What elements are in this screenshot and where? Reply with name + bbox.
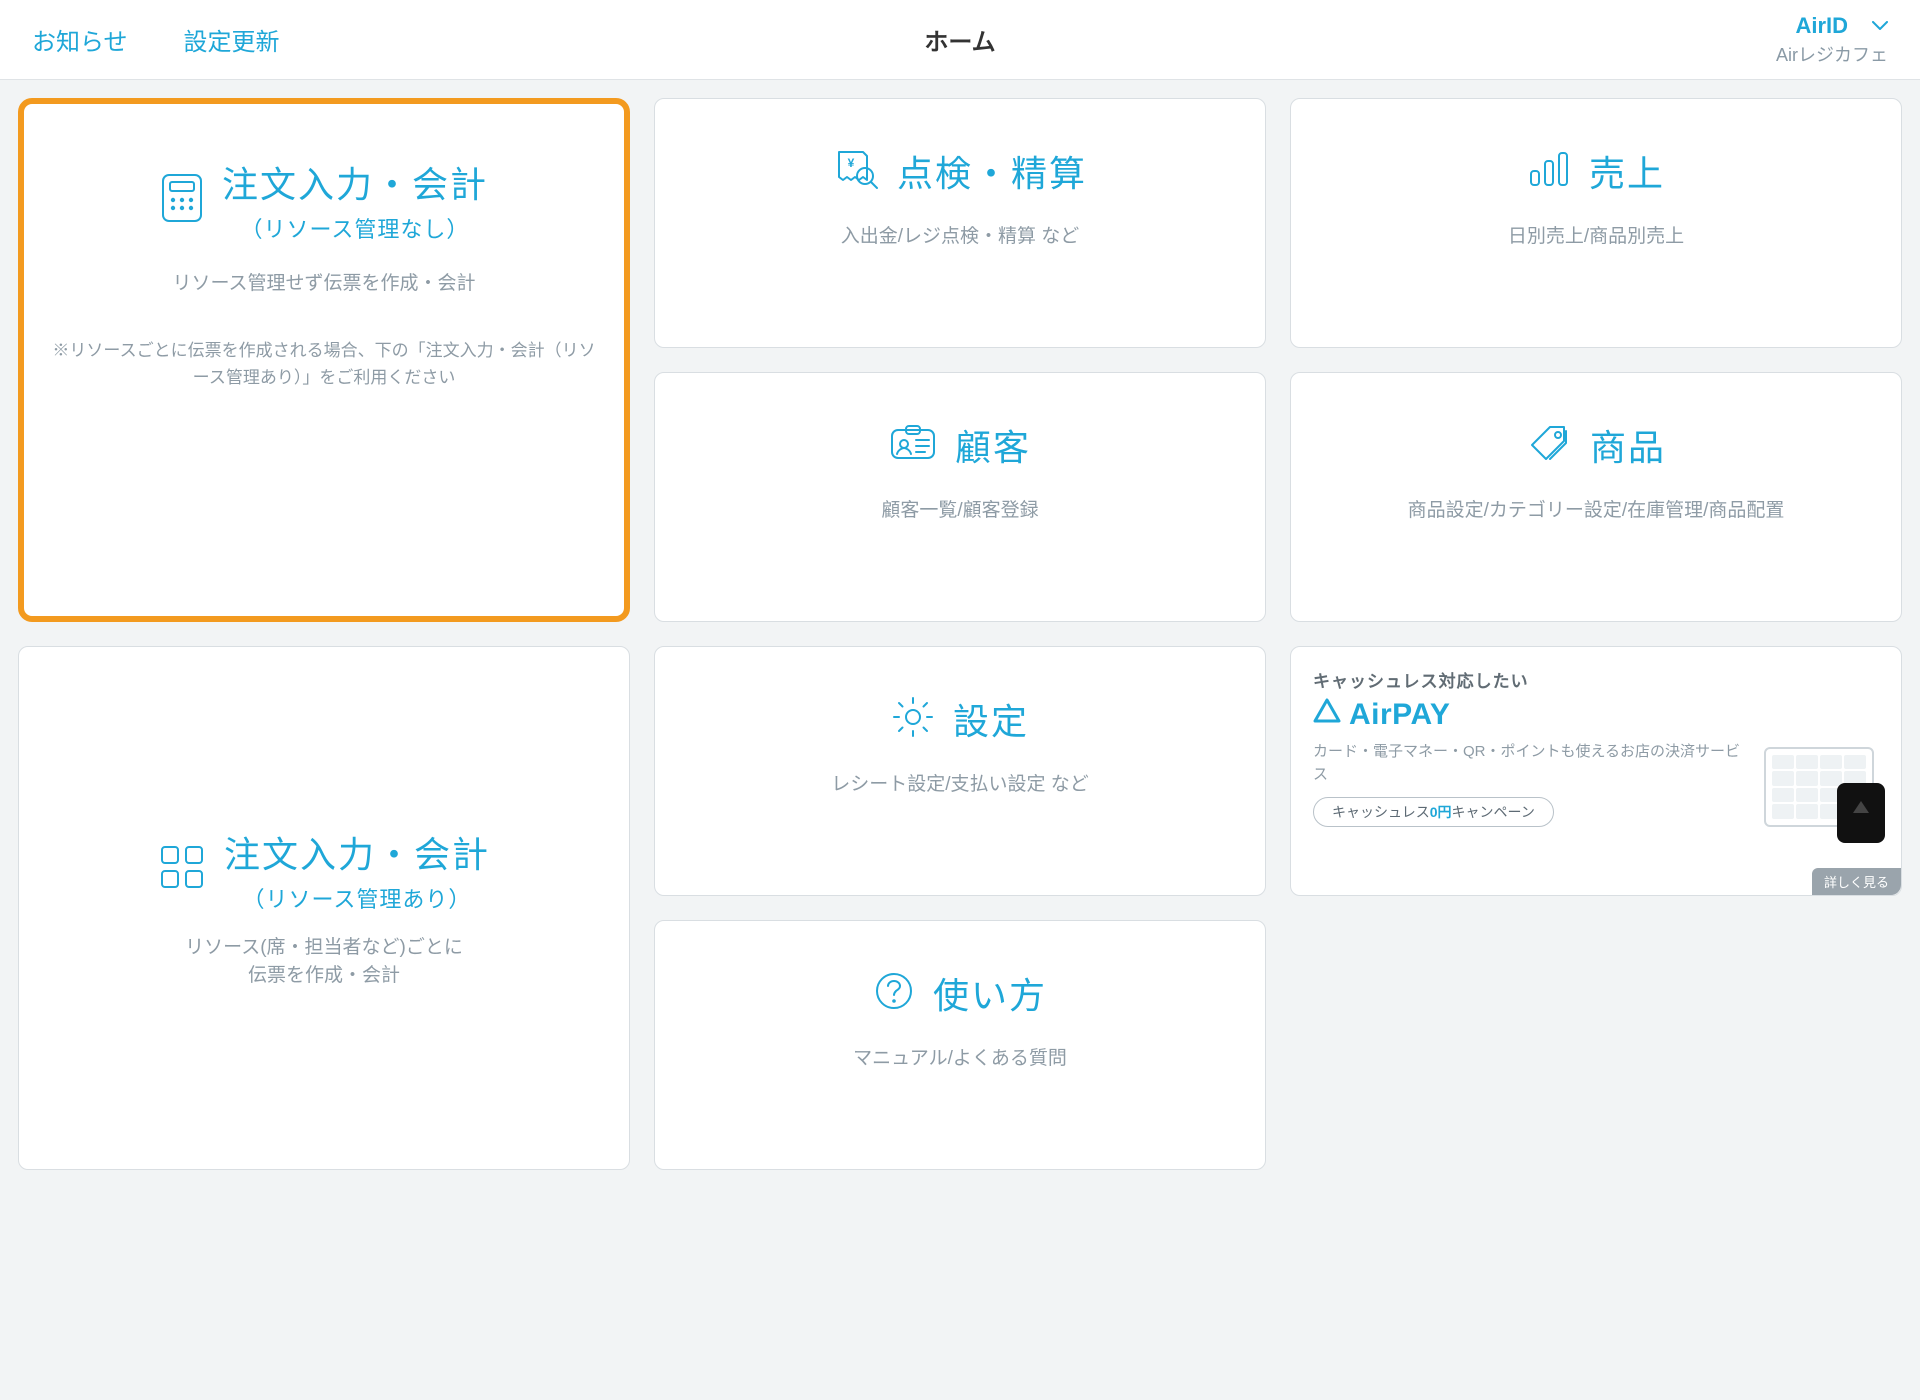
card-airpay-promo[interactable]: キャッシュレス対応したい AirPAY カード・電子マネー・QR・ポイントも使え… — [1290, 646, 1902, 896]
promo-sub: カード・電子マネー・QR・ポイントも使えるお店の決済サービス — [1313, 740, 1745, 787]
promo-device-image — [1759, 667, 1879, 827]
card-subtitle: （リソース管理あり） — [224, 882, 490, 914]
calculator-icon — [160, 172, 204, 229]
bar-chart-icon — [1527, 149, 1571, 194]
id-card-icon — [889, 424, 937, 467]
gear-icon — [891, 695, 935, 744]
card-title: 顧客 — [955, 419, 1031, 471]
card-desc: レシート設定/支払い設定 など — [831, 771, 1089, 800]
card-title: 使い方 — [933, 967, 1047, 1019]
card-subtitle: （リソース管理なし） — [222, 212, 488, 244]
card-desc: 顧客一覧/顧客登録 — [881, 497, 1038, 526]
account-menu[interactable]: AirID Airレジカフェ — [1776, 13, 1888, 67]
notice-link[interactable]: お知らせ — [32, 22, 128, 57]
promo-more-button[interactable]: 詳しく見る — [1812, 868, 1901, 895]
tag-icon — [1526, 423, 1572, 468]
help-icon — [873, 970, 915, 1017]
card-note: ※リソースごとに伝票を作成される場合、下の「注文入力・会計（リソース管理あり）」… — [48, 337, 600, 391]
card-order-no-resource[interactable]: 注文入力・会計 （リソース管理なし） リソース管理せず伝票を作成・会計 ※リソー… — [18, 98, 630, 622]
card-product[interactable]: 商品 商品設定/カテゴリー設定/在庫管理/商品配置 — [1290, 372, 1902, 622]
card-customer[interactable]: 顧客 顧客一覧/顧客登録 — [654, 372, 1266, 622]
settings-update-link[interactable]: 設定更新 — [184, 22, 280, 57]
store-name: Airレジカフェ — [1776, 41, 1888, 67]
card-inspect[interactable]: ¥ 点検・精算 入出金/レジ点検・精算 など — [654, 98, 1266, 348]
card-desc: 日別売上/商品別売上 — [1508, 223, 1684, 252]
card-order-with-resource[interactable]: 注文入力・会計 （リソース管理あり） リソース(席・担当者など)ごとに 伝票を作… — [18, 646, 630, 1170]
card-title: 商品 — [1590, 419, 1666, 471]
svg-text:¥: ¥ — [848, 156, 855, 170]
card-title: 売上 — [1589, 145, 1665, 197]
card-desc: リソース(席・担当者など)ごとに 伝票を作成・会計 — [185, 934, 463, 991]
chevron-down-icon — [1872, 18, 1888, 34]
app-header: お知らせ 設定更新 ホーム AirID Airレジカフェ — [0, 0, 1920, 80]
promo-pill: キャッシュレス0円キャンペーン — [1313, 797, 1554, 827]
card-desc: マニュアル/よくある質問 — [853, 1045, 1067, 1074]
card-title: 注文入力・会計 — [224, 826, 490, 878]
triangle-logo-icon — [1313, 698, 1341, 732]
card-desc: 商品設定/カテゴリー設定/在庫管理/商品配置 — [1408, 497, 1785, 526]
card-title: 注文入力・会計 — [222, 156, 488, 208]
card-settings[interactable]: 設定 レシート設定/支払い設定 など — [654, 646, 1266, 896]
promo-brand: AirPAY — [1349, 698, 1450, 732]
card-title: 点検・精算 — [897, 145, 1087, 197]
receipt-search-icon: ¥ — [833, 148, 879, 195]
card-title: 設定 — [953, 693, 1029, 745]
promo-lead: キャッシュレス対応したい — [1313, 667, 1745, 692]
card-sales[interactable]: 売上 日別売上/商品別売上 — [1290, 98, 1902, 348]
card-desc: 入出金/レジ点検・精算 など — [841, 223, 1080, 252]
grid-squares-icon — [158, 843, 206, 896]
card-howto[interactable]: 使い方 マニュアル/よくある質問 — [654, 920, 1266, 1170]
card-desc: リソース管理せず伝票を作成・会計 — [172, 270, 475, 299]
page-title: ホーム — [924, 22, 995, 57]
airid-label: AirID — [1795, 13, 1848, 39]
home-grid: 注文入力・会計 （リソース管理なし） リソース管理せず伝票を作成・会計 ※リソー… — [0, 80, 1920, 1188]
